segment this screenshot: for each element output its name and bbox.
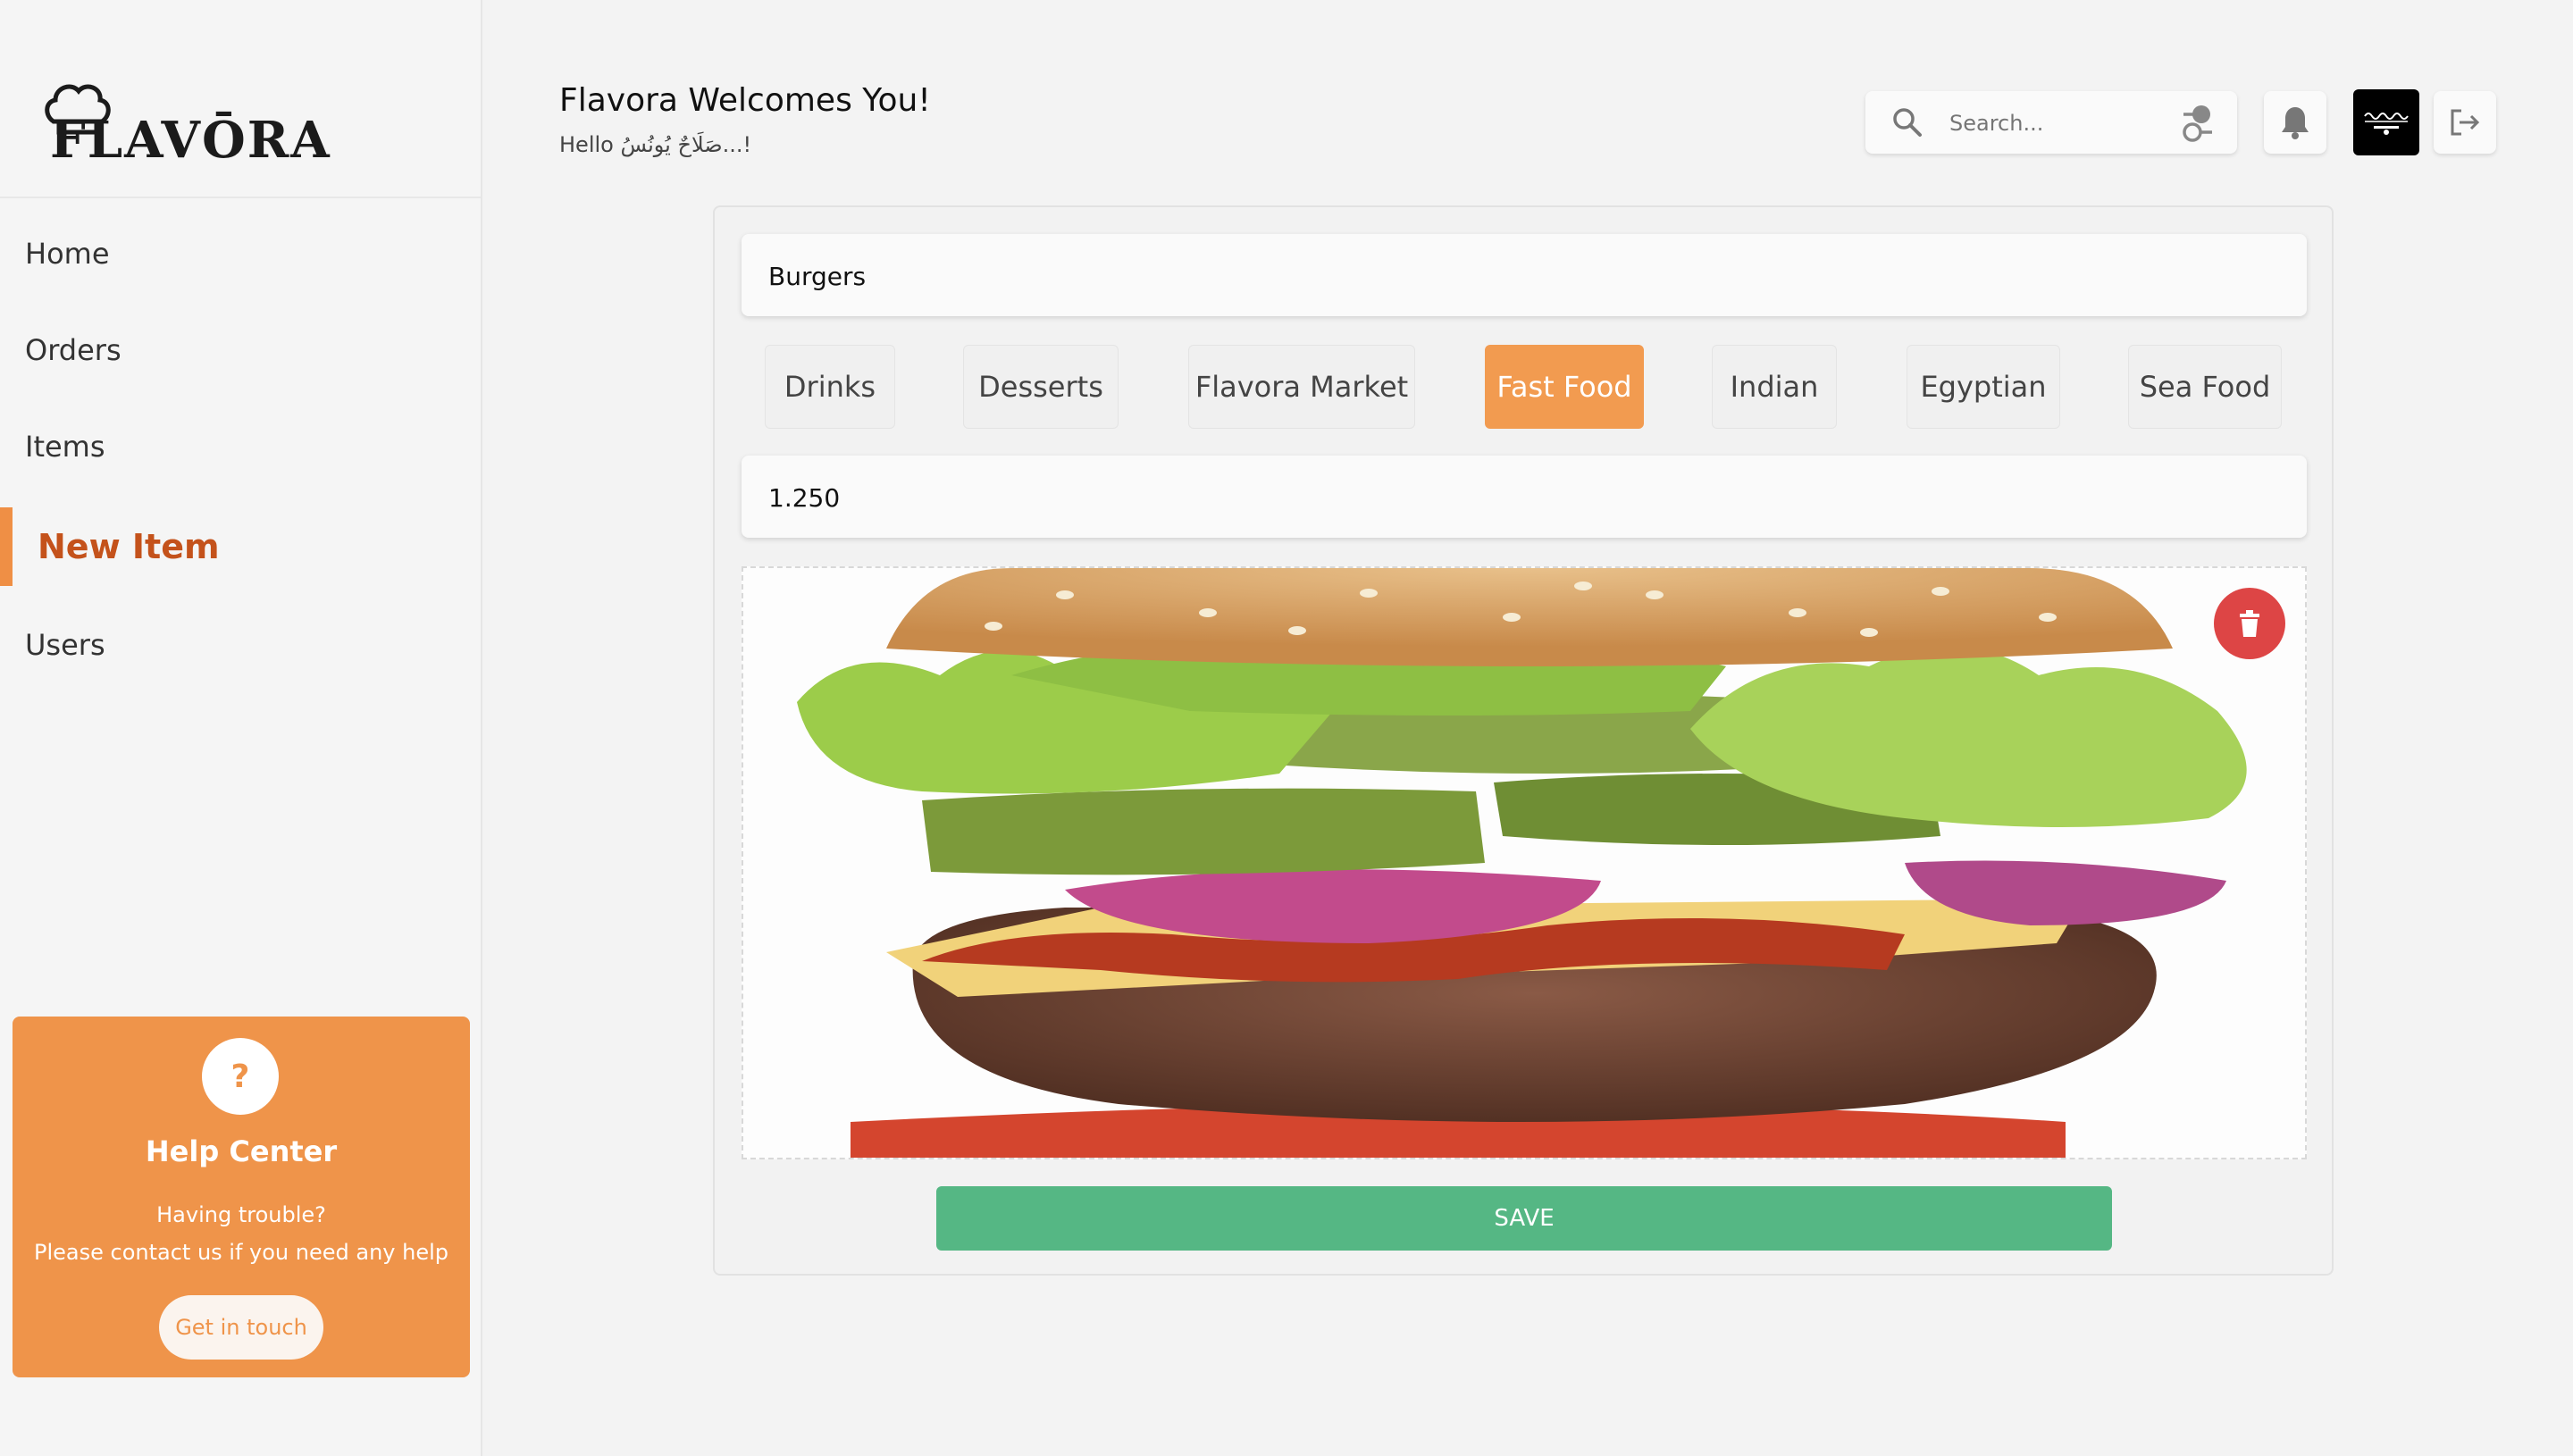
notifications-button[interactable]: [2264, 91, 2326, 154]
sidebar-item-label: Home: [25, 237, 110, 271]
brand-name: FLAVŌRA: [50, 111, 331, 170]
logout-button[interactable]: [2434, 91, 2496, 154]
sidebar-item-label: Orders: [25, 333, 122, 367]
help-title: Help Center: [145, 1134, 338, 1168]
item-image: [743, 568, 2305, 1158]
category-drinks[interactable]: Drinks: [765, 345, 895, 429]
sidebar-item-label: Items: [25, 430, 105, 464]
category-indian[interactable]: Indian: [1712, 345, 1837, 429]
sidebar-item-orders[interactable]: Orders: [0, 311, 481, 389]
help-text: Having trouble?: [156, 1202, 326, 1227]
category-fast-food[interactable]: Fast Food: [1485, 345, 1644, 429]
item-price-field: [742, 456, 2307, 538]
bell-icon: [2282, 107, 2309, 139]
flag-icon: [2358, 104, 2415, 141]
logout-icon: [2451, 109, 2480, 136]
search-icon: [1893, 108, 1922, 137]
get-in-touch-button[interactable]: Get in touch: [159, 1295, 323, 1360]
image-upload-area[interactable]: [742, 566, 2307, 1159]
search-bar: [1865, 91, 2237, 154]
category-egyptian[interactable]: Egyptian: [1907, 345, 2060, 429]
language-button[interactable]: [2353, 89, 2419, 155]
trash-icon: [2240, 610, 2259, 637]
brand-logo[interactable]: FLAVŌRA: [43, 75, 330, 182]
category-desserts[interactable]: Desserts: [963, 345, 1119, 429]
help-center-card: ? Help Center Having trouble? Please con…: [13, 1017, 470, 1377]
item-name-field: [742, 234, 2307, 316]
category-flavora-market[interactable]: Flavora Market: [1188, 345, 1415, 429]
delete-image-button[interactable]: [2214, 588, 2285, 659]
search-input[interactable]: [1948, 104, 2166, 143]
item-name-input[interactable]: [767, 254, 2271, 298]
sidebar-item-home[interactable]: Home: [0, 214, 481, 293]
question-icon: ?: [202, 1038, 279, 1115]
greeting-text: Hello صَلَاحٌ يُونُسُ...!: [559, 132, 752, 157]
sidebar-item-users[interactable]: Users: [0, 606, 481, 684]
sidebar-item-items[interactable]: Items: [0, 407, 481, 486]
sidebar-item-new-item[interactable]: New Item: [0, 507, 481, 586]
save-button[interactable]: SAVE: [936, 1186, 2112, 1251]
item-price-input[interactable]: [767, 475, 2271, 520]
divider: [0, 197, 481, 198]
sidebar: FLAVŌRA Home Orders Items New Item Users…: [0, 0, 482, 1456]
page-title: Flavora Welcomes You!: [559, 82, 931, 119]
category-sea-food[interactable]: Sea Food: [2128, 345, 2282, 429]
sidebar-item-label: Users: [25, 628, 105, 662]
sidebar-item-label: New Item: [38, 527, 220, 566]
filter-icon[interactable]: [2178, 104, 2216, 143]
help-text: Please contact us if you need any help: [33, 1240, 448, 1265]
